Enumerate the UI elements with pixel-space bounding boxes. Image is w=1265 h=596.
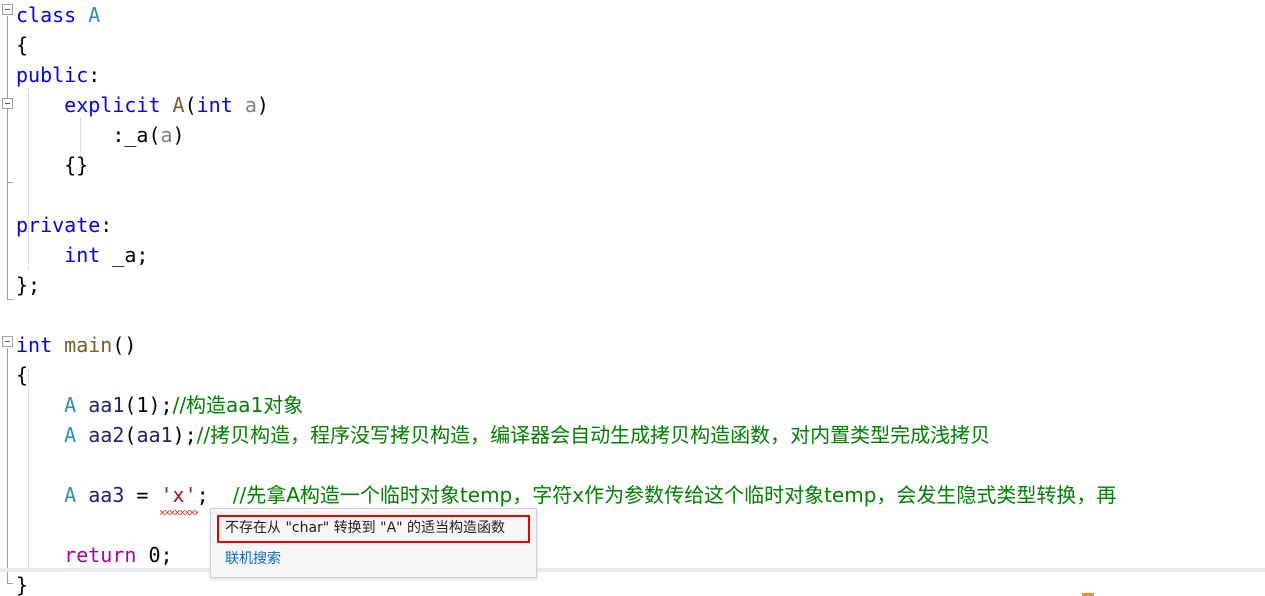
- code-token: main: [64, 333, 113, 357]
- code-token: {}: [16, 153, 89, 177]
- code-token: a: [160, 123, 173, 147]
- code-line[interactable]: class A: [0, 0, 1265, 30]
- code-token: 0: [148, 543, 161, 567]
- code-token: a: [244, 93, 257, 117]
- code-token: (): [112, 333, 137, 357]
- code-token: //拷贝构造，程序没写拷贝构造，编译器会自动生成拷贝构造函数，对内置类型完成浅拷…: [196, 423, 991, 447]
- code-token: aa1: [136, 423, 173, 447]
- code-line[interactable]: int main(): [0, 330, 1265, 360]
- code-token: (: [124, 393, 137, 417]
- code-line[interactable]: {: [0, 30, 1265, 60]
- code-line[interactable]: explicit A(int a): [0, 90, 1265, 120]
- code-token: ;: [160, 543, 173, 567]
- code-token: int: [16, 333, 53, 357]
- code-token: 1: [136, 393, 149, 417]
- code-content[interactable]: class A{public: explicit A(int a) :_a(a)…: [0, 0, 1265, 596]
- code-line[interactable]: private:: [0, 210, 1265, 240]
- code-token: {: [16, 33, 29, 57]
- code-line[interactable]: A aa3 = 'x'; //先拿A构造一个临时对象temp，字符x作为参数传给…: [0, 480, 1265, 515]
- code-token: 'x': [160, 483, 197, 507]
- code-token: class: [16, 3, 77, 27]
- code-line[interactable]: {: [0, 360, 1265, 390]
- error-tooltip-message: 不存在从 "char" 转换到 "A" 的适当构造函数: [217, 515, 530, 543]
- code-line[interactable]: [0, 510, 1265, 540]
- code-token: //构造aa1对象: [172, 393, 304, 417]
- code-token: (: [124, 423, 137, 447]
- code-token: A: [172, 93, 185, 117]
- code-line[interactable]: [0, 180, 1265, 210]
- code-token: int: [64, 243, 101, 267]
- code-token: }: [16, 573, 29, 596]
- code-token: :_a(: [16, 123, 161, 147]
- code-line[interactable]: return 0;: [0, 540, 1265, 570]
- code-line[interactable]: [0, 450, 1265, 480]
- bottom-separator: [0, 568, 1265, 572]
- code-line[interactable]: int _a;: [0, 240, 1265, 270]
- code-token: (: [184, 93, 197, 117]
- code-token: :: [88, 63, 101, 87]
- online-search-link[interactable]: 联机搜索: [211, 543, 536, 577]
- code-token: ): [256, 93, 269, 117]
- code-line[interactable]: [0, 300, 1265, 330]
- code-token: A: [64, 393, 77, 417]
- code-token: {: [16, 363, 29, 387]
- code-line[interactable]: A aa2(aa1);//拷贝构造，程序没写拷贝构造，编译器会自动生成拷贝构造函…: [0, 420, 1265, 450]
- code-token: A: [64, 483, 77, 507]
- code-token: private: [16, 213, 101, 237]
- code-token: //先拿A构造一个临时对象temp，字符x作为参数传给这个临时对象temp，会发…: [232, 483, 1117, 507]
- code-token: ;: [196, 483, 233, 507]
- code-token: int: [196, 93, 233, 117]
- code-line[interactable]: };: [0, 270, 1265, 300]
- code-token: aa3: [88, 483, 125, 507]
- code-token: A: [88, 3, 101, 27]
- code-editor[interactable]: class A{public: explicit A(int a) :_a(a)…: [0, 0, 1265, 596]
- code-line[interactable]: :_a(a): [0, 120, 1265, 150]
- code-line[interactable]: public:: [0, 60, 1265, 90]
- code-token: };: [16, 273, 41, 297]
- code-line[interactable]: }: [0, 570, 1265, 596]
- error-tooltip[interactable]: 不存在从 "char" 转换到 "A" 的适当构造函数 联机搜索: [210, 508, 537, 578]
- code-token: :: [100, 213, 113, 237]
- code-token: aa1: [88, 393, 125, 417]
- code-token: =: [124, 483, 161, 507]
- code-token: ): [172, 123, 185, 147]
- error-squiggle: 'x': [159, 480, 198, 515]
- code-line[interactable]: {}: [0, 150, 1265, 180]
- code-token: return: [64, 543, 137, 567]
- code-token: public: [16, 63, 89, 87]
- code-token: _a;: [100, 243, 149, 267]
- code-token: );: [148, 393, 173, 417]
- code-token: aa2: [88, 423, 125, 447]
- code-token: A: [64, 423, 77, 447]
- code-line[interactable]: A aa1(1);//构造aa1对象: [0, 390, 1265, 420]
- code-token: explicit: [64, 93, 161, 117]
- code-token: );: [172, 423, 197, 447]
